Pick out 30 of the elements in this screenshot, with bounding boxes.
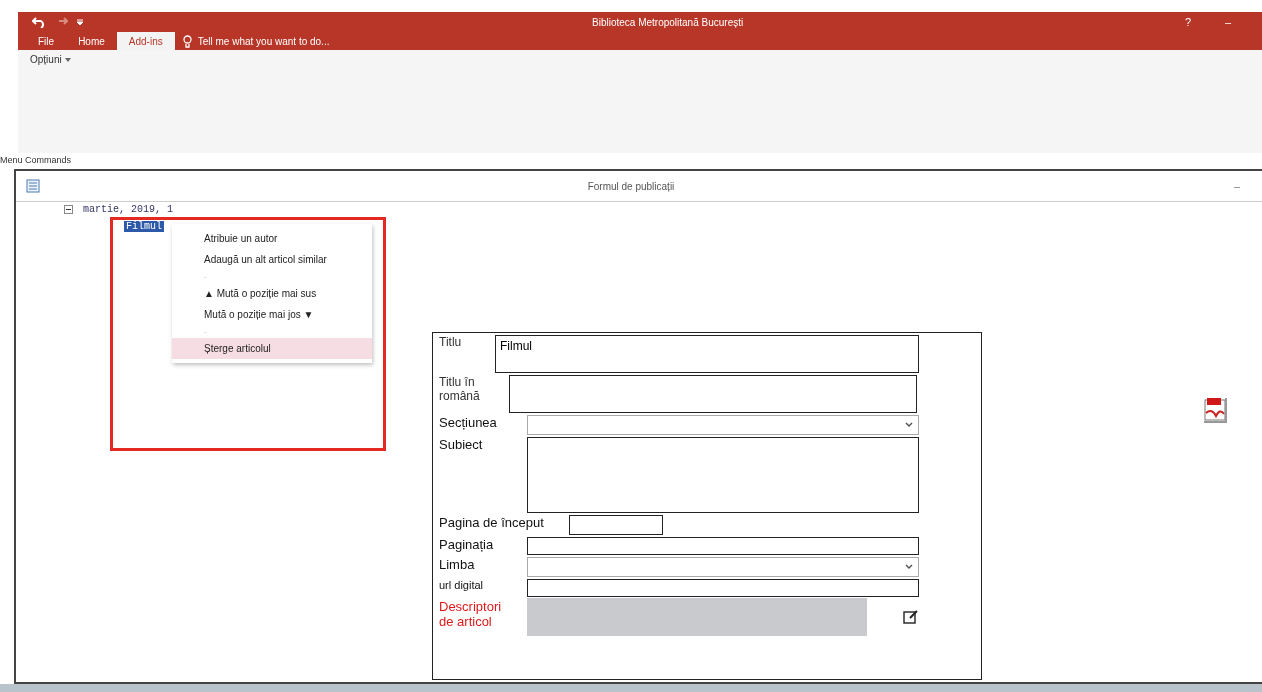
- menu-item[interactable]: Adaugă un alt articol similar: [172, 249, 372, 270]
- menu-item[interactable]: Șterge articolul: [172, 338, 372, 359]
- menu-item[interactable]: ▲ Mută o poziție mai sus: [172, 283, 372, 304]
- tree-item[interactable]: Filmul: [124, 221, 164, 232]
- form-title: Formul de publicații: [586, 180, 676, 192]
- field-label: url digital: [439, 579, 485, 591]
- minimize-button[interactable]: –: [1208, 16, 1248, 28]
- field-label: Paginația: [439, 537, 495, 552]
- menu-separator: -: [203, 326, 208, 338]
- field-label: Subiect: [439, 437, 484, 452]
- field-label: Secțiunea: [439, 415, 498, 430]
- menu-item[interactable]: Atribuie un autor: [172, 228, 372, 249]
- help-button[interactable]: ?: [1168, 16, 1208, 28]
- minimize-button[interactable]: –: [1222, 179, 1252, 193]
- options-menu-button[interactable]: Opțiuni: [30, 54, 71, 65]
- ribbon-tab[interactable]: Add-ins: [116, 32, 175, 50]
- menu-item[interactable]: Mută o poziție mai jos ▼: [172, 304, 372, 325]
- input-field[interactable]: Filmul: [495, 335, 919, 373]
- tell-me-field[interactable]: Tell me what you want to do...: [182, 32, 400, 50]
- field-label: Titlu: [439, 335, 463, 349]
- group-label: Menu Commands: [0, 154, 73, 167]
- tree-item[interactable]: martie, 2019, 1: [81, 204, 175, 215]
- field-label: Pagina de început: [439, 515, 545, 530]
- ribbon-tab[interactable]: File: [26, 32, 67, 50]
- field-label: Descriptori de articol: [439, 599, 503, 629]
- field-label: Limba: [439, 557, 476, 572]
- field-label: Titlu în română: [439, 375, 481, 403]
- window-title: Biblioteca Metropolitană București: [592, 16, 745, 28]
- ribbon-tab[interactable]: Home: [66, 32, 117, 50]
- menu-separator: -: [203, 271, 208, 283]
